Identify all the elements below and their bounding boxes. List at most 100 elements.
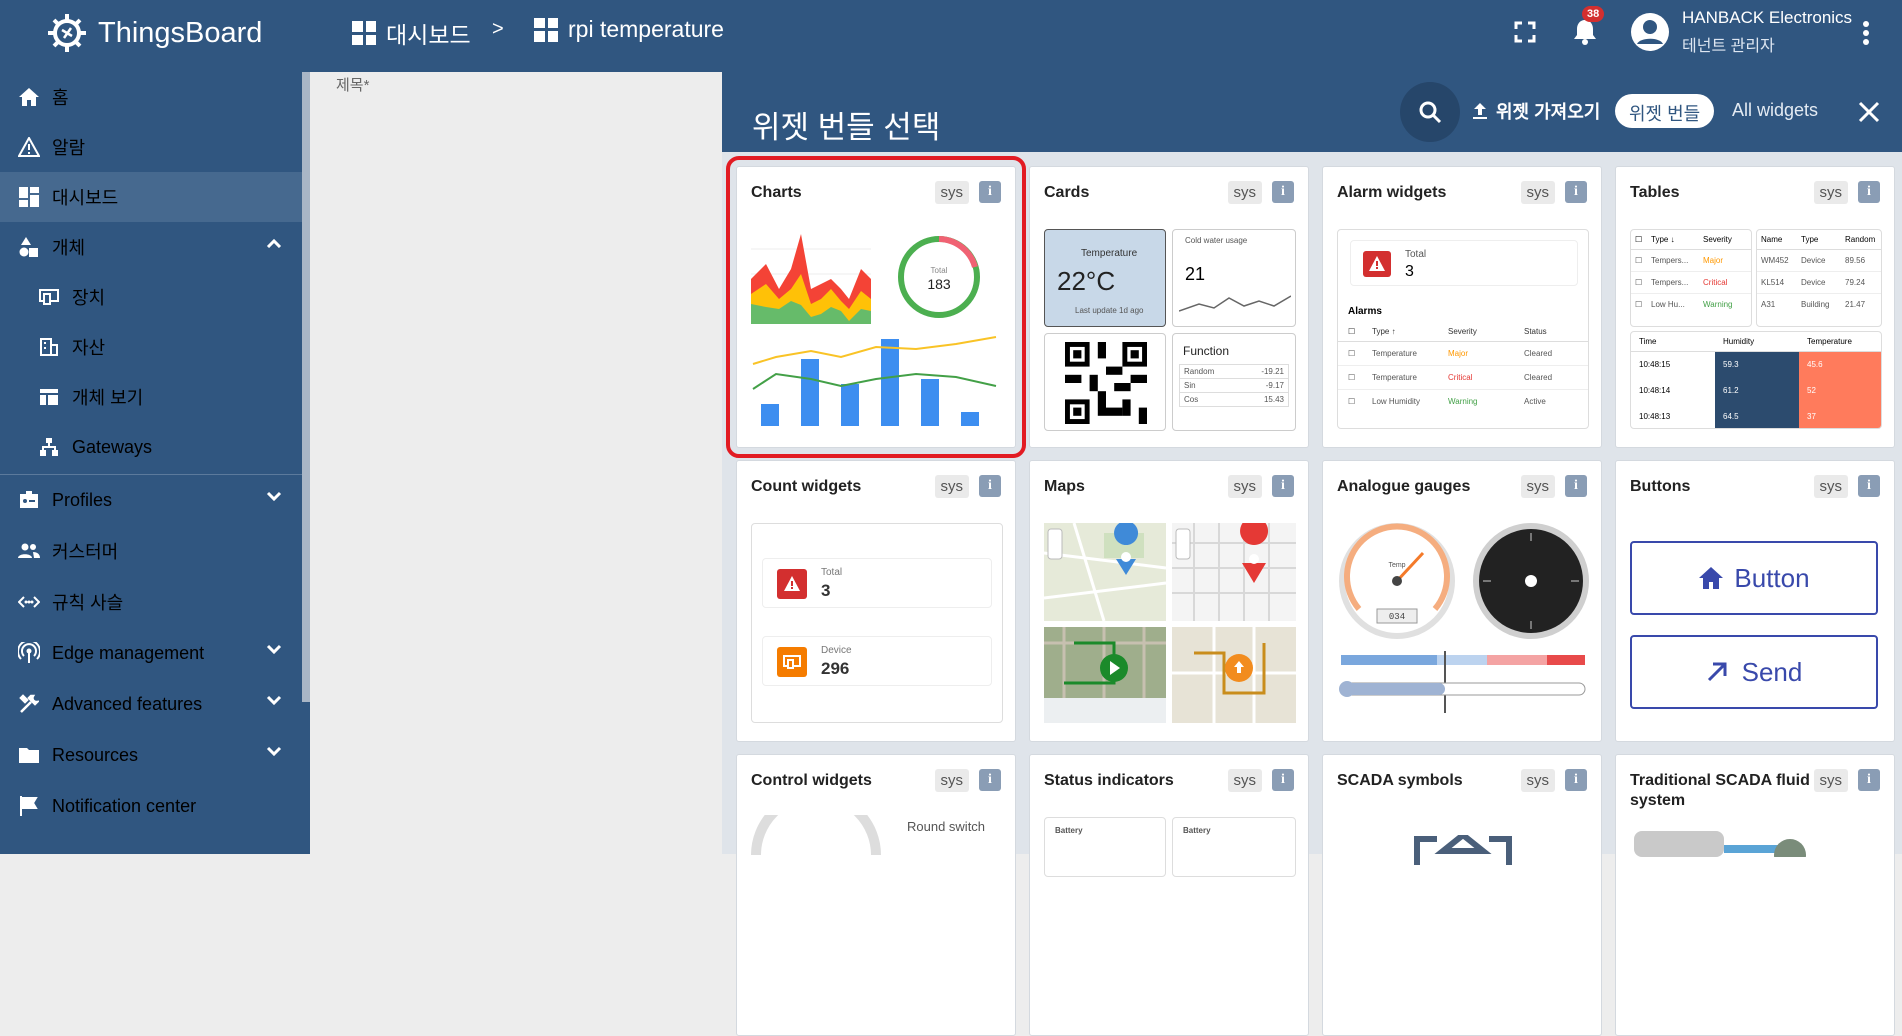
sidebar-item-profiles[interactable]: Profiles xyxy=(0,475,302,525)
sidebar-item-alarms[interactable]: 알람 xyxy=(0,122,302,172)
upload-icon xyxy=(1473,103,1487,119)
bundle-card-cards[interactable]: Cards sys i Temperature 22°C Last update… xyxy=(1029,166,1309,448)
toggle-widget-bundles[interactable]: 위젯 번들 xyxy=(1615,94,1715,128)
bundle-info-button[interactable]: i xyxy=(1565,181,1587,203)
warning-icon xyxy=(1363,251,1391,277)
bundle-card-buttons[interactable]: Buttons sys i Button Send xyxy=(1615,460,1895,742)
bundle-card-control-widgets[interactable]: Control widgets sys i Round switch xyxy=(736,754,1016,1036)
bundle-tag: sys xyxy=(934,475,969,498)
bundle-title: SCADA symbols xyxy=(1337,772,1463,789)
water-usage-value: 21 xyxy=(1185,264,1206,284)
sidebar-item-label: Advanced features xyxy=(52,693,203,714)
function-row: Cos 15.43 xyxy=(1184,395,1284,404)
bundle-info-button[interactable]: i xyxy=(1272,475,1294,497)
edge-icon xyxy=(18,642,40,664)
toggle-all-widgets[interactable]: All widgets xyxy=(1732,100,1818,121)
sidebar-item-dashboards[interactable]: 대시보드 xyxy=(0,172,302,222)
battery-status-card: Battery xyxy=(1044,817,1166,877)
sidebar-item-entities[interactable]: 개체 xyxy=(0,222,302,272)
count-device-value: 296 xyxy=(821,659,850,678)
bundle-tag: sys xyxy=(1813,475,1848,498)
bundle-info-button[interactable]: i xyxy=(1858,769,1880,791)
sidebar-item-notification-center[interactable]: Notification center xyxy=(0,781,302,831)
bundle-title: Cards xyxy=(1044,184,1090,201)
chevron-up-icon xyxy=(266,238,282,248)
charts-preview-graphic: Total 183 xyxy=(751,234,997,426)
bundle-card-maps[interactable]: Maps sys i xyxy=(1029,460,1309,742)
sidebar-item-edge-management[interactable]: Edge management xyxy=(0,628,302,678)
bundle-card-traditional-scada-fluid-system[interactable]: Traditional SCADA fluid system sys i xyxy=(1615,754,1895,1036)
function-table: Random -19.21 Sin -9.17 Cos 15.43 xyxy=(1179,364,1289,407)
preview-button-send: Send xyxy=(1630,635,1878,709)
more-vert-icon[interactable] xyxy=(1862,20,1870,46)
sidebar-item-rule-chains[interactable]: 규칙 사슬 xyxy=(0,577,302,627)
app-logo[interactable]: ThingsBoard xyxy=(44,10,262,56)
breadcrumb-label: rpi temperature xyxy=(568,16,724,42)
count-device-label: Device xyxy=(821,645,852,656)
count-preview-frame: Total 3 Device 296 xyxy=(751,523,1003,723)
bundle-info-button[interactable]: i xyxy=(1565,475,1587,497)
bundle-title: Maps xyxy=(1044,478,1085,495)
alarm-total-label: Total xyxy=(1405,249,1427,260)
sidebar-item-gateways[interactable]: Gateways xyxy=(0,422,302,472)
import-widget-button[interactable]: 위젯 가져오기 xyxy=(1472,98,1600,124)
alarm-row: ☐ Temperature Critical Cleared xyxy=(1338,366,1588,390)
sidebar-item-devices[interactable]: 장치 xyxy=(0,272,302,322)
bundle-tag: sys xyxy=(1813,181,1848,204)
asset-icon xyxy=(38,336,60,358)
user-menu[interactable]: HANBACK Electronics 테넌트 관리자 xyxy=(1630,8,1852,56)
temperature-card-label: Temperature xyxy=(1081,248,1138,259)
sidebar-item-label: 개체 xyxy=(52,238,86,258)
entities-icon xyxy=(18,236,40,258)
bundle-info-button[interactable]: i xyxy=(979,475,1001,497)
notifications-bell-icon[interactable] xyxy=(1572,18,1598,46)
bundle-info-button[interactable]: i xyxy=(1272,769,1294,791)
bundle-info-button[interactable]: i xyxy=(1272,181,1294,203)
bundle-info-button[interactable]: i xyxy=(979,769,1001,791)
bundle-card-count-widgets[interactable]: Count widgets sys i Total 3 Device 296 xyxy=(736,460,1016,742)
tables-preview: ☐ Type ↓ Severity ☐ Tempers... Major ☐ Temper… xyxy=(1630,229,1882,437)
search-button[interactable] xyxy=(1400,82,1460,142)
charts-preview-total-label: Total xyxy=(931,266,948,275)
count-total-box: Total 3 xyxy=(762,558,992,608)
bundle-card-status-indicators[interactable]: Status indicators sys i Battery Battery xyxy=(1029,754,1309,1036)
round-switch-label: Round switch xyxy=(907,819,986,834)
charts-preview: Total 183 xyxy=(751,229,1003,437)
alarms-table-header: ☐ Type ↑ Severity Status xyxy=(1338,322,1588,342)
sidebar-item-advanced-features[interactable]: Advanced features xyxy=(0,679,302,729)
bundle-card-analogue-gauges[interactable]: Analogue gauges sys i Temp 034 xyxy=(1322,460,1602,742)
sidebar-item-assets[interactable]: 자산 xyxy=(0,322,302,372)
bundle-card-tables[interactable]: Tables sys i ☐ Type ↓ Severity ☐ Tempers...… xyxy=(1615,166,1895,448)
dialog-title: 위젯 번들 선택 xyxy=(752,110,941,145)
bundle-card-alarm-widgets[interactable]: Alarm widgets sys i Total 3 Alarms ☐ Type… xyxy=(1322,166,1602,448)
scada-symbol-icon xyxy=(1414,835,1512,865)
alarm-total-value: 3 xyxy=(1405,263,1414,280)
widget-bundle-dialog: 위젯 번들 선택 위젯 가져오기 위젯 번들 All widgets Chart… xyxy=(722,72,1902,1036)
preview-button-label: Send xyxy=(1741,656,1803,687)
sidebar-item-entity-views[interactable]: 개체 보기 xyxy=(0,372,302,422)
alarm-preview-frame: Total 3 Alarms ☐ Type ↑ Severity Status ☐ Te… xyxy=(1337,229,1589,429)
bundle-card-charts[interactable]: Charts sys i Total 183 xyxy=(726,156,1026,458)
fullscreen-icon[interactable] xyxy=(1514,21,1536,43)
battery-status-card: Battery xyxy=(1172,817,1296,877)
gateway-icon xyxy=(38,436,60,458)
water-usage-sparkline xyxy=(1179,295,1291,312)
sidebar-item-resources[interactable]: Resources xyxy=(0,730,302,780)
bundle-tag: sys xyxy=(1520,181,1555,204)
device-icon xyxy=(777,647,807,677)
breadcrumb-dashboards[interactable]: 대시보드 xyxy=(352,16,471,50)
sidebar-scrollbar[interactable] xyxy=(302,72,310,702)
dialog-header: 위젯 번들 선택 위젯 가져오기 위젯 번들 All widgets xyxy=(722,72,1902,152)
bundle-info-button[interactable]: i xyxy=(1858,181,1880,203)
bundle-info-button[interactable]: i xyxy=(1565,769,1587,791)
sidebar-item-customers[interactable]: 커스터머 xyxy=(0,526,302,576)
bundle-card-scada-symbols[interactable]: SCADA symbols sys i xyxy=(1322,754,1602,1036)
dashboard-icon xyxy=(352,21,376,45)
title-field-label[interactable]: 제목* xyxy=(336,74,369,95)
sidebar-item-home[interactable]: 홈 xyxy=(0,72,302,122)
close-icon[interactable] xyxy=(1858,101,1880,123)
arrow-up-right-icon xyxy=(1707,662,1727,682)
bundle-info-button[interactable]: i xyxy=(1858,475,1880,497)
bundle-info-button[interactable]: i xyxy=(979,181,1001,203)
bundle-title: Status indicators xyxy=(1044,772,1174,789)
